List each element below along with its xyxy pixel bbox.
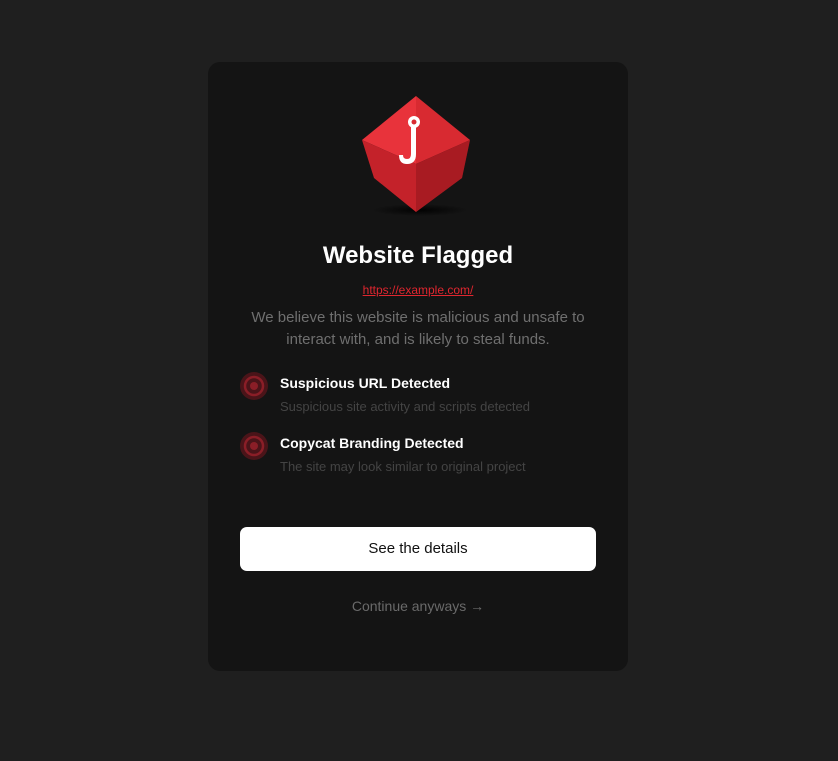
fishing-hook-cube-icon	[362, 96, 470, 216]
reason-title: Copycat Branding Detected	[280, 435, 464, 451]
target-icon	[240, 372, 268, 400]
reason-subtitle: The site may look similar to original pr…	[280, 459, 526, 474]
reason-item: Suspicious URL Detected Suspicious site …	[240, 372, 596, 422]
warning-description: We believe this website is malicious and…	[251, 309, 585, 348]
reason-item: Copycat Branding Detected The site may l…	[240, 432, 596, 482]
reason-subtitle: Suspicious site activity and scripts det…	[280, 399, 531, 414]
dialog-title: Website Flagged	[322, 242, 514, 269]
reason-title: Suspicious URL Detected	[280, 375, 451, 391]
flagged-url-link[interactable]: https://example.com/	[208, 282, 628, 298]
target-icon	[240, 432, 268, 460]
see-details-button[interactable]: See the details	[240, 527, 596, 571]
continue-anyways-link[interactable]: Continue anyways →	[208, 596, 628, 616]
warning-card: Website Flagged https://example.com/ We …	[208, 62, 628, 671]
